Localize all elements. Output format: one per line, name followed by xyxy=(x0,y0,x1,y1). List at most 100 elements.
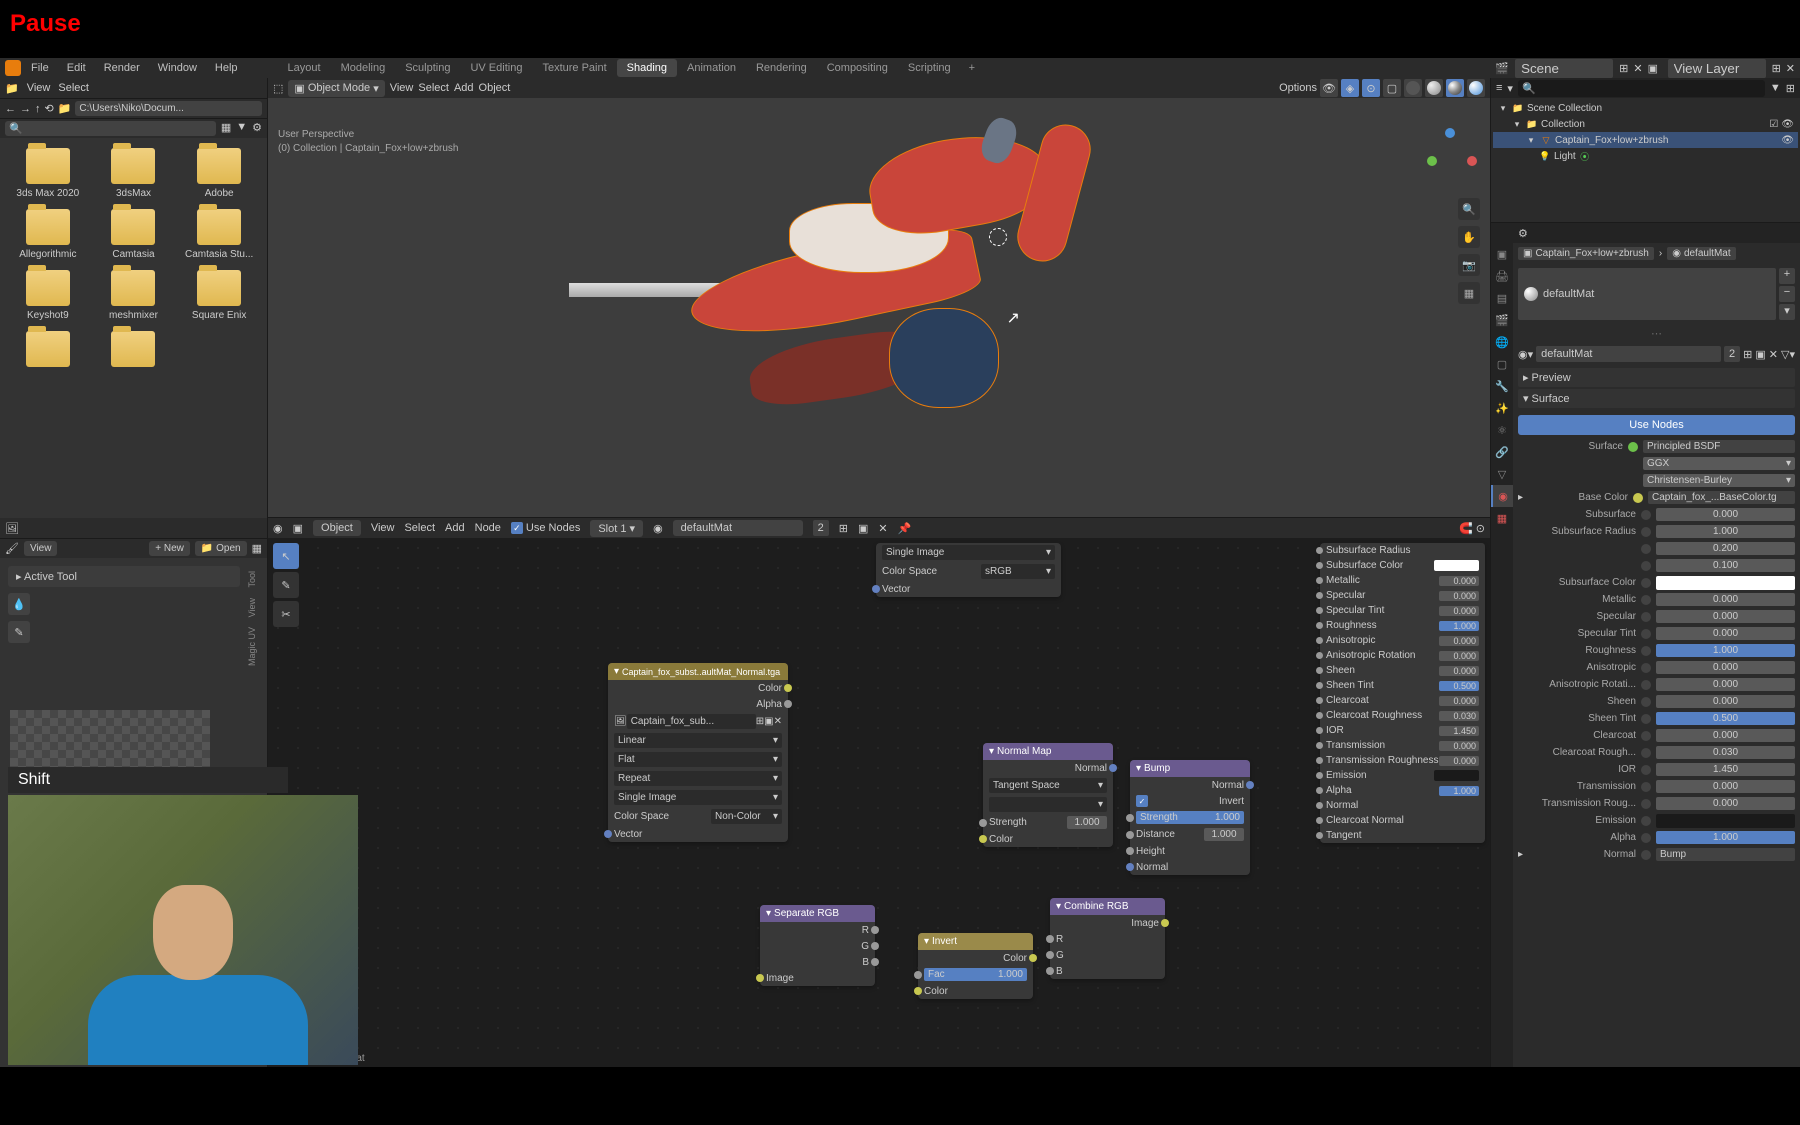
prop-socket-dot[interactable] xyxy=(1641,782,1651,792)
prop-socket-dot[interactable] xyxy=(1641,765,1651,775)
bsdf-input-row[interactable]: IOR1.450 xyxy=(1320,723,1485,738)
bsdf-input-row[interactable]: Specular0.000 xyxy=(1320,588,1485,603)
node-img-single[interactable]: Single Image▾ xyxy=(882,545,1055,560)
ie-mode-icon[interactable]: 🖌 xyxy=(5,542,19,555)
prop-socket-dot[interactable] xyxy=(1641,799,1651,809)
ne-pin-icon[interactable]: 📌 xyxy=(898,522,912,535)
prop-value-input[interactable]: 0.100 xyxy=(1656,559,1795,572)
ie-open-button[interactable]: 📁 Open xyxy=(195,541,247,556)
prop-value-input[interactable]: 0.000 xyxy=(1656,610,1795,623)
bsdf-input-row[interactable]: Alpha1.000 xyxy=(1320,783,1485,798)
ne-object-mode[interactable]: Object xyxy=(313,520,361,536)
mat-users-count[interactable]: 2 xyxy=(1724,346,1740,362)
prop-value-input[interactable]: 0.000 xyxy=(1656,508,1795,521)
node-bump-invert-check[interactable]: ✓ xyxy=(1136,795,1148,807)
viewlayer-name-input[interactable] xyxy=(1667,58,1767,79)
active-tool-header[interactable]: ▸ Active Tool xyxy=(8,566,240,587)
ws-texture[interactable]: Texture Paint xyxy=(532,59,616,77)
prop-tab-viewlayer[interactable]: ▤ xyxy=(1491,287,1513,309)
ie-new-button[interactable]: + New xyxy=(149,541,190,556)
prop-tab-render[interactable]: ▣ xyxy=(1491,243,1513,265)
shader-node-editor[interactable]: ◉ ▣ Object View Select Add Node ✓Use Nod… xyxy=(268,518,1490,1067)
ne-links-tool[interactable]: ✂ xyxy=(273,601,299,627)
fb-filter-icon[interactable]: ▼ xyxy=(236,121,247,136)
ne-node-menu[interactable]: Node xyxy=(475,522,501,534)
fb-back-icon[interactable]: ← xyxy=(5,103,16,115)
vp-options[interactable]: Options xyxy=(1279,82,1317,94)
mat-unlink-icon[interactable]: ✕ xyxy=(1769,348,1778,361)
ws-sculpting[interactable]: Sculpting xyxy=(395,59,460,77)
surface-link-dot[interactable] xyxy=(1628,442,1638,452)
use-nodes-button[interactable]: Use Nodes xyxy=(1518,415,1795,435)
ie-annotate-icon[interactable]: ✎ xyxy=(8,621,30,643)
bsdf-input-row[interactable]: Anisotropic0.000 xyxy=(1320,633,1485,648)
vp-pan-icon[interactable]: ✋ xyxy=(1458,226,1480,248)
prop-socket-dot[interactable] xyxy=(1641,612,1651,622)
prop-tab-constraint[interactable]: 🔗 xyxy=(1491,441,1513,463)
bc-object[interactable]: ▣Captain_Fox+low+zbrush xyxy=(1518,247,1654,260)
ne-mat-del-icon[interactable]: ✕ xyxy=(878,522,887,535)
vp-gizmo-icon[interactable]: ◈ xyxy=(1341,79,1359,97)
prop-tab-scene[interactable]: 🎬 xyxy=(1491,309,1513,331)
ne-slot-select[interactable]: Slot 1 ▾ xyxy=(590,520,643,537)
mat-menu-button[interactable]: ▾ xyxy=(1779,304,1795,320)
bsdf-input-row[interactable]: Sheen Tint0.500 xyxy=(1320,678,1485,693)
fb-view-menu[interactable]: View xyxy=(27,82,51,94)
prop-value-input[interactable]: 0.000 xyxy=(1656,678,1795,691)
viewport-3d[interactable]: ⬚ ▣Object Mode▾ View Select Add Object O… xyxy=(268,78,1490,518)
vp-selectability-icon[interactable]: 👁 xyxy=(1320,79,1338,97)
prop-socket-dot[interactable] xyxy=(1641,663,1651,673)
folder-item[interactable]: Adobe xyxy=(181,148,257,199)
menu-edit[interactable]: Edit xyxy=(59,60,94,76)
scene-del-icon[interactable]: ✕ xyxy=(1633,62,1642,75)
ws-modeling[interactable]: Modeling xyxy=(331,59,396,77)
prop-value-input[interactable]: 0.200 xyxy=(1656,542,1795,555)
folder-item[interactable]: 3ds Max 2020 xyxy=(10,148,86,199)
character-mesh[interactable] xyxy=(589,108,1169,448)
prop-value-input[interactable]: 0.000 xyxy=(1656,780,1795,793)
folder-item[interactable] xyxy=(10,331,86,367)
basecolor-dot[interactable] xyxy=(1633,493,1643,503)
prop-value-input[interactable]: 0.500 xyxy=(1656,712,1795,725)
vp-rendered-icon[interactable] xyxy=(1467,79,1485,97)
mat-node-icon[interactable]: ▽▾ xyxy=(1781,348,1795,361)
fb-select-menu[interactable]: Select xyxy=(58,82,89,94)
vp-view-menu[interactable]: View xyxy=(390,82,414,94)
mat-copy-icon[interactable]: ▣ xyxy=(1755,348,1765,361)
dist-select[interactable]: GGX▾ xyxy=(1643,457,1795,470)
prop-tab-physics[interactable]: ⚛ xyxy=(1491,419,1513,441)
fb-search-input[interactable]: 🔍 xyxy=(5,121,216,136)
ne-annotate-tool[interactable]: ✎ xyxy=(273,572,299,598)
tree-object-fox[interactable]: ▾▽Captain_Fox+low+zbrush👁 xyxy=(1493,132,1798,148)
ne-use-nodes-toggle[interactable]: ✓Use Nodes xyxy=(511,522,580,534)
node-invert[interactable]: ▾Invert Color Fac1.000 Color xyxy=(918,933,1033,999)
prop-link[interactable]: Bump xyxy=(1656,848,1795,861)
ne-mat-copy-icon[interactable]: ▣ xyxy=(858,522,868,535)
ne-mat-users[interactable]: 2 xyxy=(813,520,829,536)
prop-tab-particle[interactable]: ✨ xyxy=(1491,397,1513,419)
ie-uv-icon[interactable]: ▦ xyxy=(252,542,262,555)
mat-new-icon[interactable]: ⊞ xyxy=(1743,348,1752,361)
ie-tab-tool[interactable]: Tool xyxy=(245,566,259,593)
ws-uv[interactable]: UV Editing xyxy=(460,59,532,77)
ne-view-menu[interactable]: View xyxy=(371,522,395,534)
section-surface[interactable]: ▾ Surface xyxy=(1518,389,1795,408)
bsdf-input-row[interactable]: Tangent xyxy=(1320,828,1485,843)
fb-sort-icon[interactable]: ⚙ xyxy=(252,121,262,136)
vp-zoom-icon[interactable]: 🔍 xyxy=(1458,198,1480,220)
mat-remove-button[interactable]: − xyxy=(1779,286,1795,302)
prop-value-input[interactable]: 0.000 xyxy=(1656,593,1795,606)
fb-newdir-icon[interactable]: 📁 xyxy=(58,102,72,115)
bsdf-input-row[interactable]: Clearcoat Normal xyxy=(1320,813,1485,828)
bsdf-input-row[interactable]: Subsurface Color xyxy=(1320,558,1485,573)
vp-solid-icon[interactable] xyxy=(1425,79,1443,97)
vp-xray-icon[interactable]: ▢ xyxy=(1383,79,1401,97)
prop-value-input[interactable]: 0.000 xyxy=(1656,695,1795,708)
ws-rendering[interactable]: Rendering xyxy=(746,59,817,77)
viewlayer-del-icon[interactable]: ✕ xyxy=(1786,62,1795,75)
ie-tab-magic[interactable]: Magic UV xyxy=(245,622,259,671)
prop-value-input[interactable]: 1.000 xyxy=(1656,831,1795,844)
prop-socket-dot[interactable] xyxy=(1641,697,1651,707)
nav-gizmo[interactable] xyxy=(1425,128,1475,178)
vp-camera-icon[interactable]: 📷 xyxy=(1458,254,1480,276)
